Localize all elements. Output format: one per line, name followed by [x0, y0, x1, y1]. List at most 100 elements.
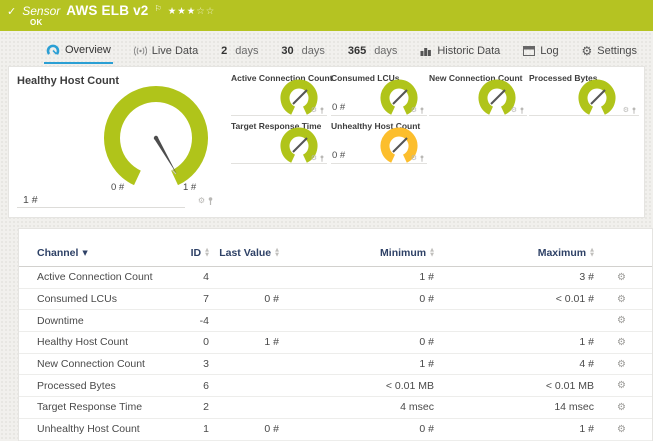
pin-icon[interactable]: [520, 106, 524, 114]
channel-maximum: 4 #: [579, 358, 594, 371]
tab-label: Log: [540, 44, 559, 57]
channel-id: 4: [203, 271, 209, 284]
gauge-active-connection-count[interactable]: Active Connection Count ⚙: [231, 73, 333, 116]
status-badge: OK: [30, 18, 43, 27]
column-header-maximum[interactable]: Maximum ▲ ▼: [434, 247, 594, 259]
gauge-last-value: 1 #: [23, 194, 38, 206]
channel-id: 6: [203, 379, 209, 392]
channel-minimum: 0 #: [419, 293, 434, 306]
pin-icon[interactable]: [420, 106, 424, 114]
tab-label-number: 365: [347, 44, 367, 57]
gauge-scale-min: 0 #: [111, 182, 125, 193]
sensor-type-label: Sensor: [22, 4, 61, 18]
channel-settings-icon[interactable]: ⚙: [617, 402, 626, 413]
channel-settings-icon[interactable]: ⚙: [617, 424, 626, 435]
pin-icon[interactable]: [320, 106, 324, 114]
channel-maximum: 1 #: [579, 336, 594, 349]
gauge-unhealthy-host-count[interactable]: Unhealthy Host Count 0 # ⚙: [331, 121, 427, 164]
table-row: Consumed LCUs 7 0 # 0 # < 0.01 # ⚙: [19, 289, 652, 311]
gauge-target-response-time[interactable]: Target Response Time ⚙: [231, 121, 327, 164]
tab-bar: Overview Live Data 2 days 30 days 365 days …: [0, 38, 653, 64]
gauge-last-value: 0 #: [332, 150, 346, 161]
gauge-cell-icons: ⚙: [198, 196, 213, 205]
channel-settings-icon[interactable]: ⚙: [617, 294, 626, 305]
channel-settings-icon[interactable]: ⚙: [617, 272, 626, 283]
channel-id: -4: [199, 314, 209, 327]
channel-minimum: 4 msec: [400, 401, 434, 414]
gauge-needle: [154, 137, 177, 175]
gauge-cell-icons: ⚙: [311, 154, 324, 162]
gauge-cell-icons: ⚙: [411, 106, 424, 114]
channels-table: Channel ▼ ID ▲ ▼ Last Value ▲ ▼ Minimum ▲ ▼…: [18, 228, 653, 441]
tab-settings[interactable]: ⚙ Settings: [579, 38, 639, 64]
pin-icon[interactable]: [320, 154, 324, 162]
pin-icon[interactable]: [208, 196, 213, 205]
tab-365-days[interactable]: 365 days: [346, 38, 400, 64]
priority-flag-icon[interactable]: ⚐: [155, 4, 162, 13]
channel-maximum: 14 msec: [554, 401, 594, 414]
gear-icon[interactable]: ⚙: [311, 106, 317, 114]
main-gauge-healthy-host-count[interactable]: Healthy Host Count 0 # 1 # 1 # ⚙: [15, 73, 227, 208]
gauge-cell-icons: ⚙: [311, 106, 324, 114]
channel-id: 1: [203, 423, 209, 436]
channel-settings-icon[interactable]: ⚙: [617, 337, 626, 348]
channel-settings-icon[interactable]: ⚙: [617, 315, 626, 326]
tab-30-days[interactable]: 30 days: [279, 38, 327, 64]
priority-stars[interactable]: ★★★☆☆: [168, 6, 216, 17]
tab-overview[interactable]: Overview: [44, 38, 113, 64]
column-header-minimum[interactable]: Minimum ▲ ▼: [279, 247, 434, 259]
channel-last-value: 1 #: [264, 336, 279, 349]
table-row: New Connection Count 3 1 # 4 # ⚙: [19, 354, 652, 376]
gauges-panel: Healthy Host Count 0 # 1 # 1 # ⚙ Active …: [8, 66, 645, 218]
gear-icon[interactable]: ⚙: [511, 106, 517, 114]
channel-settings-icon[interactable]: ⚙: [617, 359, 626, 370]
sensor-status-bar: ✓ Sensor AWS ELB v2 ⚐ ★★★☆☆ OK: [0, 0, 653, 31]
gauge-cell-icons: ⚙: [511, 106, 524, 114]
column-header-id[interactable]: ID ▲ ▼: [177, 247, 209, 259]
gauge-processed-bytes[interactable]: Processed Bytes ⚙: [529, 73, 639, 116]
channel-minimum: < 0.01 MB: [385, 379, 434, 392]
gauge-dial: [104, 86, 208, 186]
table-row: Target Response Time 2 4 msec 14 msec ⚙: [19, 397, 652, 419]
stars-filled: ★★★: [167, 6, 197, 17]
gear-icon[interactable]: ⚙: [411, 106, 417, 114]
channel-id: 7: [203, 293, 209, 306]
tab-label: Live Data: [151, 44, 199, 57]
table-row: Unhealthy Host Count 1 0 # 0 # 1 # ⚙: [19, 419, 652, 441]
gauge-new-connection-count[interactable]: New Connection Count ⚙: [429, 73, 527, 116]
tab-2-days[interactable]: 2 days: [219, 38, 260, 64]
gear-icon[interactable]: ⚙: [411, 154, 417, 162]
table-row: Healthy Host Count 0 1 # 0 # 1 # ⚙: [19, 332, 652, 354]
channel-name: Active Connection Count: [37, 271, 153, 284]
tab-live-data[interactable]: Live Data: [132, 38, 200, 64]
column-header-channel[interactable]: Channel ▼: [37, 247, 177, 259]
channel-settings-icon[interactable]: ⚙: [617, 380, 626, 391]
tab-label-number: 30: [281, 44, 294, 57]
channel-name: Processed Bytes: [37, 379, 116, 392]
column-header-last-value[interactable]: Last Value ▲ ▼: [209, 247, 279, 259]
tab-log[interactable]: Log: [521, 38, 560, 64]
channel-name: Target Response Time: [37, 401, 143, 414]
channel-id: 2: [203, 401, 209, 414]
gear-icon[interactable]: ⚙: [311, 154, 317, 162]
tab-historic-data[interactable]: Historic Data: [418, 38, 502, 64]
channel-maximum: 1 #: [579, 423, 594, 436]
pin-icon[interactable]: [632, 106, 636, 114]
channel-minimum: 1 #: [419, 271, 434, 284]
gear-icon[interactable]: ⚙: [198, 196, 205, 205]
gear-icon[interactable]: ⚙: [623, 106, 629, 114]
gauge-icon: [46, 44, 60, 56]
bar-chart-icon: [420, 46, 432, 56]
tab-label-unit: days: [301, 44, 325, 57]
tab-label: Settings: [597, 44, 637, 57]
channel-maximum: < 0.01 #: [555, 293, 594, 306]
pin-icon[interactable]: [420, 154, 424, 162]
tab-label: Historic Data: [437, 44, 501, 57]
gauge-consumed-lcus[interactable]: Consumed LCUs 0 # ⚙: [331, 73, 427, 116]
channel-minimum: 0 #: [419, 336, 434, 349]
tab-label-unit: days: [235, 44, 259, 57]
channel-name: Downtime: [37, 314, 84, 327]
channel-id: 0: [203, 336, 209, 349]
channel-name: New Connection Count: [37, 358, 145, 371]
channel-maximum: < 0.01 MB: [545, 379, 594, 392]
